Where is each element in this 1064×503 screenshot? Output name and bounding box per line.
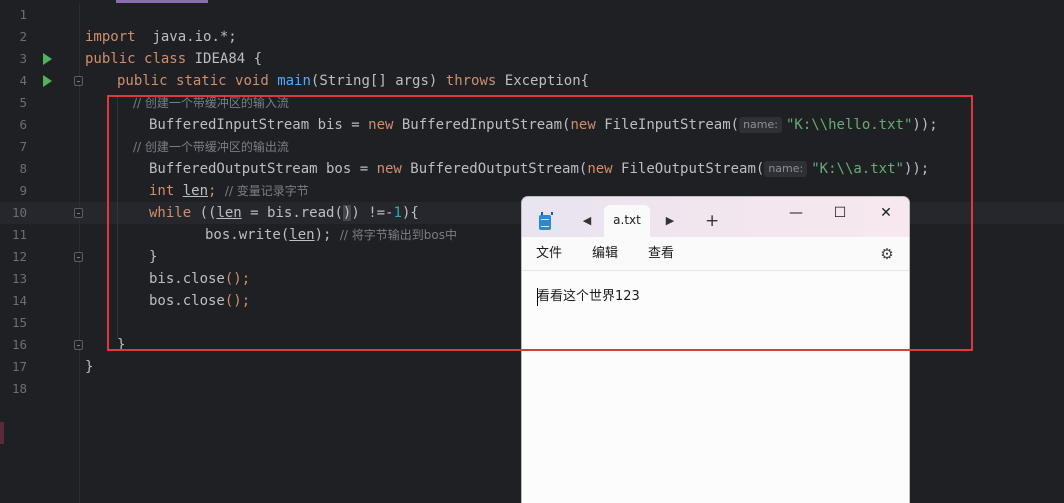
notepad-menubar: 文件 编辑 查看 ⚙ bbox=[522, 237, 909, 271]
new-tab-button[interactable]: + bbox=[705, 210, 719, 232]
line-number: 13 bbox=[11, 271, 27, 286]
line-number: 8 bbox=[19, 161, 27, 176]
code-line: } bbox=[149, 249, 158, 265]
code-line: bos.write(len); // 将字节输出到bos中 bbox=[205, 227, 458, 243]
settings-gear-icon[interactable]: ⚙ bbox=[878, 245, 896, 263]
line-number: 15 bbox=[11, 315, 27, 330]
run-class-icon[interactable] bbox=[43, 53, 52, 65]
code-line: int len; // 变量记录字节 bbox=[149, 183, 309, 199]
code-line: bos.close(); bbox=[149, 293, 251, 309]
code-line: public class IDEA84 { bbox=[85, 51, 263, 67]
code-line: public static void main(String[] args) t… bbox=[117, 73, 590, 89]
tab-scroll-left-icon[interactable]: ◀ bbox=[579, 213, 595, 229]
text-caret bbox=[537, 288, 538, 306]
line-number: 16 bbox=[11, 337, 27, 352]
code-comment: // 创建一个带缓冲区的输出流 bbox=[133, 140, 289, 154]
code-line: BufferedOutputStream bos = new BufferedO… bbox=[149, 161, 930, 177]
line-number: 17 bbox=[11, 359, 27, 374]
active-tab-indicator bbox=[116, 0, 208, 3]
code-line: bis.close(); bbox=[149, 271, 251, 287]
line-number: 6 bbox=[19, 117, 27, 132]
line-number: 18 bbox=[11, 381, 27, 396]
code-line: BufferedInputStream bis = new BufferedIn… bbox=[149, 117, 938, 133]
fold-icon[interactable] bbox=[74, 252, 83, 262]
parameter-hint: name: bbox=[739, 117, 782, 133]
document-text: 看看这个世界123 bbox=[537, 289, 640, 304]
code-comment: // 创建一个带缓冲区的输入流 bbox=[133, 96, 289, 110]
line-number: 3 bbox=[19, 51, 27, 66]
menu-edit[interactable]: 编辑 bbox=[592, 245, 618, 263]
notepad-app-icon bbox=[539, 212, 553, 230]
line-number: 9 bbox=[19, 183, 27, 198]
parameter-hint: name: bbox=[764, 161, 808, 177]
fold-icon[interactable] bbox=[74, 208, 83, 218]
maximize-button[interactable]: ☐ bbox=[822, 201, 858, 225]
line-number: 11 bbox=[11, 227, 27, 242]
minimize-button[interactable]: — bbox=[778, 201, 814, 225]
line-number: 2 bbox=[19, 29, 27, 44]
line-number: 1 bbox=[19, 7, 27, 22]
line-number: 7 bbox=[19, 139, 27, 154]
line-number: 5 bbox=[19, 95, 27, 110]
code-line: } bbox=[85, 359, 94, 375]
tab-scroll-right-icon[interactable]: ▶ bbox=[662, 213, 678, 229]
notepad-text-area[interactable]: 看看这个世界123 bbox=[522, 272, 909, 503]
line-number-gutter: 1 2 3 4 5 6 7 8 9 10 11 12 13 14 15 16 1… bbox=[0, 4, 83, 503]
fold-icon[interactable] bbox=[74, 76, 83, 86]
line-number: 14 bbox=[11, 293, 27, 308]
line-number: 12 bbox=[11, 249, 27, 264]
menu-view[interactable]: 查看 bbox=[648, 245, 674, 263]
fold-icon[interactable] bbox=[74, 340, 83, 350]
code-line: import java.io.*; bbox=[85, 29, 237, 45]
code-line: while ((len = bis.read()) !=-1){ bbox=[149, 205, 419, 221]
line-number: 4 bbox=[19, 73, 27, 88]
notepad-window[interactable]: ◀ a.txt ▶ + — ☐ ✕ 文件 编辑 查看 ⚙ 看看这个世界123 bbox=[521, 196, 910, 503]
tab-a-txt[interactable]: a.txt bbox=[604, 205, 650, 237]
line-number: 10 bbox=[11, 205, 27, 220]
run-main-icon[interactable] bbox=[43, 75, 52, 87]
notepad-titlebar[interactable]: ◀ a.txt ▶ + — ☐ ✕ bbox=[522, 197, 909, 237]
close-button[interactable]: ✕ bbox=[868, 201, 904, 225]
indent-guide bbox=[117, 96, 118, 338]
code-line: } bbox=[117, 337, 126, 353]
menu-file[interactable]: 文件 bbox=[536, 245, 562, 263]
